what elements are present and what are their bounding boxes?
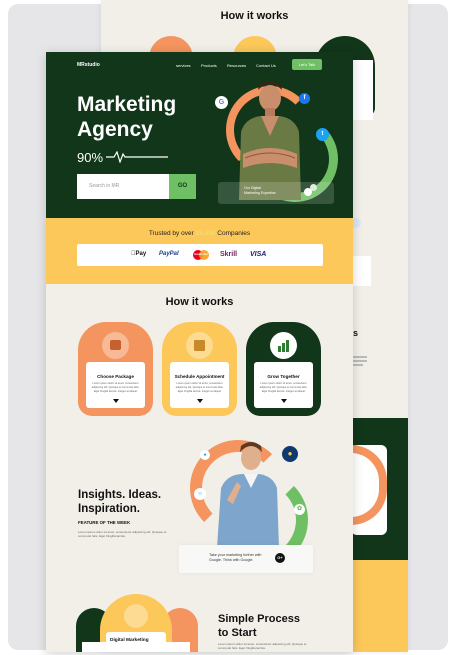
trusted-text: Trusted by over 15,000 Companies <box>46 230 353 237</box>
process-card-white-left <box>82 642 106 652</box>
idea-icon: ● <box>282 446 298 462</box>
insights-desc: Lorem ipsum dolor sit amet, consectetur … <box>78 530 167 539</box>
card-grow-together[interactable]: Grow Together Lorem ipsum dolor sit amet… <box>246 322 321 416</box>
chart-icon <box>270 332 297 359</box>
paypal-logo: PayPal <box>159 251 179 257</box>
go-button[interactable]: GO <box>169 174 196 199</box>
insights-subtitle: FEATURE OF THE WEEK <box>78 520 131 525</box>
card-body: Choose Package Lorem ipsum dolor sit ame… <box>86 362 145 408</box>
mastercard-logo: mastercard <box>193 250 209 260</box>
card-title: Grow Together <box>267 374 300 379</box>
google-icon: G <box>215 96 228 109</box>
card-desc: Lorem ipsum dolor sit amet, consectetur … <box>175 382 224 393</box>
skrill-logo: Skrill <box>220 251 238 258</box>
nav-link-resources[interactable]: Resources <box>227 63 246 68</box>
google-photos-icon: ✿ <box>294 504 305 515</box>
visa-logo: VISA <box>250 251 267 258</box>
facebook-icon: f <box>299 93 310 104</box>
marketing-icon <box>124 604 148 628</box>
card-title: Schedule Appointment <box>174 374 225 379</box>
back-card-white <box>353 60 373 120</box>
process-card-white-right <box>166 642 190 652</box>
process-desc: Lorem ipsum dolor sit amet, consectetur … <box>218 642 307 651</box>
pulse-line-icon <box>106 151 168 163</box>
nav-link-services[interactable]: services <box>176 63 191 68</box>
lets-talk-button[interactable]: Let's Talk <box>292 59 322 70</box>
search-input[interactable]: Search in MR <box>77 174 169 199</box>
nav-link-contact[interactable]: Contact Us <box>256 63 276 68</box>
back-panel <box>353 256 371 286</box>
apple-pay-logo: Pay <box>131 251 146 257</box>
card-title: Choose Package <box>97 374 134 379</box>
calendar-icon <box>186 332 213 359</box>
trusted-prefix: Trusted by over <box>148 230 194 237</box>
hero-section: MRstudio services Products Resources Con… <box>46 52 353 218</box>
google-info-card: Take your marketing further with Google.… <box>179 545 313 573</box>
insights-title: Insights. Ideas. Inspiration. <box>78 488 161 516</box>
site-logo[interactable]: MRstudio <box>77 62 100 68</box>
front-page: MRstudio services Products Resources Con… <box>46 52 353 652</box>
how-it-works-title: How it works <box>165 296 234 308</box>
smile-icon <box>310 184 317 191</box>
trusted-suffix: Companies <box>217 230 251 237</box>
hero-card-text-2: Marketing Expertise <box>244 191 276 195</box>
trusted-count: 15,000 <box>195 230 216 237</box>
google-card-line2: Google. Think with Google. <box>209 558 254 562</box>
back-text-lines <box>353 356 367 366</box>
search-icon: ○ <box>194 488 206 500</box>
hero-info-card: Our Digital Marketing Expertise <box>218 182 334 204</box>
process-card-yellow[interactable] <box>100 594 172 652</box>
process-title-line1: Simple Process <box>218 613 300 625</box>
hero-title-line2: Agency <box>77 118 153 141</box>
notification-icon: ● <box>200 450 210 460</box>
apple-pay-text: Pay <box>131 251 147 257</box>
insights-title-line2: Inspiration. <box>78 503 140 515</box>
nav-link-products[interactable]: Products <box>201 63 217 68</box>
hero-title-line1: Marketing <box>77 93 177 116</box>
hero-stat: 90% <box>77 150 104 165</box>
back-glyph: s <box>353 328 359 338</box>
google-plus-icon: G+ <box>275 553 285 563</box>
insights-title-line1: Insights. Ideas. <box>78 489 162 501</box>
chevron-down-icon[interactable] <box>281 399 287 403</box>
partner-logos: Pay PayPal mastercard Skrill VISA <box>77 244 323 266</box>
card-choose-package[interactable]: Choose Package Lorem ipsum dolor sit ame… <box>78 322 153 416</box>
card-desc: Lorem ipsum dolor sit amet, consectetur … <box>91 382 140 393</box>
process-title: Simple Process to Start <box>218 612 300 640</box>
back-page-title: How it works <box>220 10 289 22</box>
chevron-down-icon[interactable] <box>197 399 203 403</box>
hero-title: Marketing Agency <box>77 92 207 142</box>
card-schedule-appointment[interactable]: Schedule Appointment Lorem ipsum dolor s… <box>162 322 237 416</box>
trusted-section: Trusted by over 15,000 Companies Pay Pa… <box>46 218 353 284</box>
insights-person-image <box>217 442 279 548</box>
card-body: Schedule Appointment Lorem ipsum dolor s… <box>170 362 229 408</box>
mastercard-text: mastercard <box>194 253 208 256</box>
package-icon <box>102 332 129 359</box>
chevron-down-icon[interactable] <box>113 399 119 403</box>
card-desc: Lorem ipsum dolor sit amet, consectetur … <box>259 382 308 393</box>
card-body: Grow Together Lorem ipsum dolor sit amet… <box>254 362 313 408</box>
process-title-line2: to Start <box>218 627 257 639</box>
digital-marketing-label: Digital Marketing <box>110 638 149 643</box>
twitter-icon: t <box>316 128 329 141</box>
